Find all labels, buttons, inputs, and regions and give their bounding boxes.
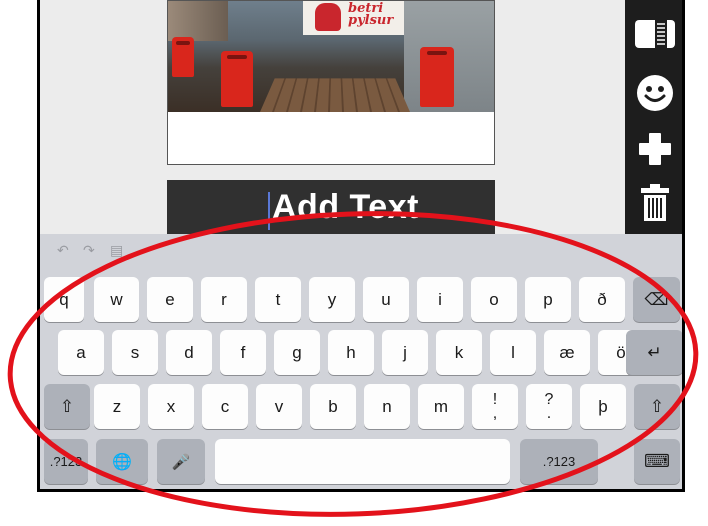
redo-icon[interactable]: ↷ <box>83 242 95 259</box>
key-v[interactable]: v <box>256 384 302 429</box>
key-f[interactable]: f <box>220 330 266 375</box>
photo-bin <box>221 51 253 107</box>
key-j[interactable]: j <box>382 330 428 375</box>
paste-icon[interactable]: ▤ <box>110 242 123 259</box>
key-g[interactable]: g <box>274 330 320 375</box>
tool-sidebar <box>625 0 682 236</box>
key-y[interactable]: y <box>309 277 355 322</box>
key-o[interactable]: o <box>471 277 517 322</box>
onscreen-keyboard: ↶ ↷ ▤ q w e r t y u i o p ð ⌫ a s d f g … <box>40 234 682 489</box>
photo-sign-mascot <box>315 3 341 31</box>
key-c[interactable]: c <box>202 384 248 429</box>
backspace-key[interactable]: ⌫ <box>633 277 680 322</box>
key-n[interactable]: n <box>364 384 410 429</box>
key-s[interactable]: s <box>112 330 158 375</box>
text-cursor <box>268 192 270 230</box>
key-b[interactable]: b <box>310 384 356 429</box>
plus-icon[interactable] <box>633 127 677 171</box>
key-ae[interactable]: æ <box>544 330 590 375</box>
key-comma-bottom: , <box>492 404 498 422</box>
key-u[interactable]: u <box>363 277 409 322</box>
key-exclaim-comma[interactable]: !, <box>472 384 518 429</box>
smiley-icon[interactable] <box>633 71 677 115</box>
key-question-period[interactable]: ?. <box>526 384 572 429</box>
key-e[interactable]: e <box>147 277 193 322</box>
key-x[interactable]: x <box>148 384 194 429</box>
key-eth[interactable]: ð <box>579 277 625 322</box>
key-d[interactable]: d <box>166 330 212 375</box>
editor-canvas: betri pylsur Add Text <box>40 0 625 240</box>
key-thorn[interactable]: þ <box>580 384 626 429</box>
ticket-icon[interactable] <box>633 12 677 56</box>
trash-icon[interactable] <box>633 181 677 225</box>
photo-sign-text: betri pylsur <box>348 2 394 28</box>
undo-icon[interactable]: ↶ <box>57 242 69 259</box>
key-k[interactable]: k <box>436 330 482 375</box>
key-i[interactable]: i <box>417 277 463 322</box>
device-screen: betri pylsur Add Text ↶ ↷ ▤ q w e r t y … <box>37 0 685 492</box>
globe-icon[interactable]: 🌐 <box>96 439 148 484</box>
shift-key-left[interactable]: ⇧ <box>44 384 90 429</box>
keyboard-dismiss-icon[interactable]: ⌨ <box>634 439 680 484</box>
photo-card[interactable]: betri pylsur <box>167 0 495 165</box>
space-bar[interactable] <box>215 439 510 484</box>
key-period-bottom: . <box>546 404 552 422</box>
shift-key-right[interactable]: ⇧ <box>634 384 680 429</box>
photo: betri pylsur <box>168 1 494 112</box>
numbers-key-left[interactable]: .?123 <box>44 439 88 484</box>
key-t[interactable]: t <box>255 277 301 322</box>
photo-bin <box>420 47 454 107</box>
key-h[interactable]: h <box>328 330 374 375</box>
photo-bench <box>260 78 410 112</box>
caption-placeholder: Add Text <box>272 188 419 226</box>
microphone-icon[interactable]: 🎤 <box>157 439 205 484</box>
key-q[interactable]: q <box>44 277 84 322</box>
key-m[interactable]: m <box>418 384 464 429</box>
key-l[interactable]: l <box>490 330 536 375</box>
key-p[interactable]: p <box>525 277 571 322</box>
return-key[interactable]: ↵ <box>626 330 682 375</box>
photo-window <box>168 1 228 41</box>
key-z[interactable]: z <box>94 384 140 429</box>
photo-bin <box>172 37 194 77</box>
shortcut-bar: ↶ ↷ ▤ <box>40 234 682 270</box>
photo-sign-text-bottom: pylsur <box>348 13 394 28</box>
key-r[interactable]: r <box>201 277 247 322</box>
caption-text-field[interactable]: Add Text <box>167 180 495 240</box>
key-w[interactable]: w <box>94 277 139 322</box>
key-a[interactable]: a <box>58 330 104 375</box>
numbers-key-right[interactable]: .?123 <box>520 439 598 484</box>
